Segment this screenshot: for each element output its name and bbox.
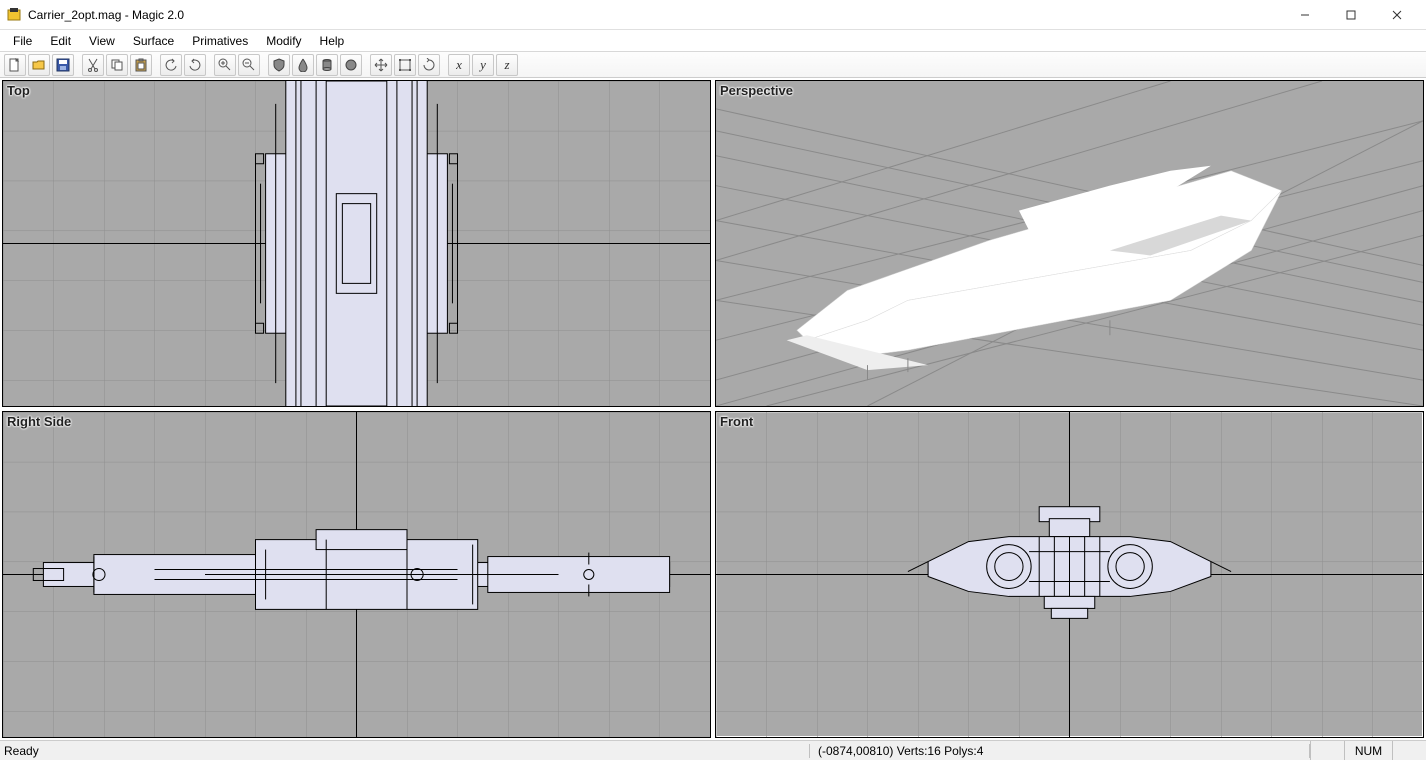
- axis-z-icon[interactable]: z: [496, 54, 518, 76]
- window-controls: [1282, 0, 1420, 30]
- close-button[interactable]: [1374, 0, 1420, 30]
- workspace: Top: [0, 78, 1426, 740]
- viewport-perspective[interactable]: Perspective: [715, 80, 1424, 407]
- axis-y-icon[interactable]: y: [472, 54, 494, 76]
- status-info: (-0874,00810) Verts:16 Polys:4: [810, 744, 1310, 758]
- sphere-icon[interactable]: [340, 54, 362, 76]
- minimize-button[interactable]: [1282, 0, 1328, 30]
- menu-surface[interactable]: Surface: [124, 30, 183, 52]
- paste-icon[interactable]: [130, 54, 152, 76]
- zoom-in-icon[interactable]: [214, 54, 236, 76]
- redo-icon[interactable]: [184, 54, 206, 76]
- status-num: NUM: [1344, 741, 1392, 760]
- menu-primatives[interactable]: Primatives: [183, 30, 257, 52]
- menubar: File Edit View Surface Primatives Modify…: [0, 30, 1426, 52]
- shield-icon[interactable]: [268, 54, 290, 76]
- cut-icon[interactable]: [82, 54, 104, 76]
- viewport-right-label: Right Side: [7, 414, 71, 429]
- save-icon[interactable]: [52, 54, 74, 76]
- menu-modify[interactable]: Modify: [257, 30, 310, 52]
- viewport-perspective-label: Perspective: [720, 83, 793, 98]
- new-icon[interactable]: [4, 54, 26, 76]
- rotate-icon[interactable]: [418, 54, 440, 76]
- zoom-out-icon[interactable]: [238, 54, 260, 76]
- toolbar: x y z: [0, 52, 1426, 78]
- status-cap: [1310, 741, 1344, 760]
- viewport-top[interactable]: Top: [2, 80, 711, 407]
- menu-view[interactable]: View: [80, 30, 124, 52]
- statusbar: Ready (-0874,00810) Verts:16 Polys:4 NUM: [0, 740, 1426, 760]
- app-icon: [6, 7, 22, 23]
- drop-icon[interactable]: [292, 54, 314, 76]
- copy-icon[interactable]: [106, 54, 128, 76]
- titlebar: Carrier_2opt.mag - Magic 2.0: [0, 0, 1426, 30]
- undo-icon[interactable]: [160, 54, 182, 76]
- cylinder-icon[interactable]: [316, 54, 338, 76]
- menu-edit[interactable]: Edit: [41, 30, 80, 52]
- axis-x-icon[interactable]: x: [448, 54, 470, 76]
- status-scrl: [1392, 741, 1426, 760]
- window-title: Carrier_2opt.mag - Magic 2.0: [28, 8, 1282, 22]
- menu-file[interactable]: File: [4, 30, 41, 52]
- viewport-front-label: Front: [720, 414, 753, 429]
- move-icon[interactable]: [370, 54, 392, 76]
- open-icon[interactable]: [28, 54, 50, 76]
- status-ready: Ready: [0, 744, 810, 758]
- viewport-right[interactable]: Right Side: [2, 411, 711, 738]
- resize-icon[interactable]: [394, 54, 416, 76]
- viewport-top-label: Top: [7, 83, 30, 98]
- viewport-front[interactable]: Front: [715, 411, 1424, 738]
- menu-help[interactable]: Help: [311, 30, 354, 52]
- maximize-button[interactable]: [1328, 0, 1374, 30]
